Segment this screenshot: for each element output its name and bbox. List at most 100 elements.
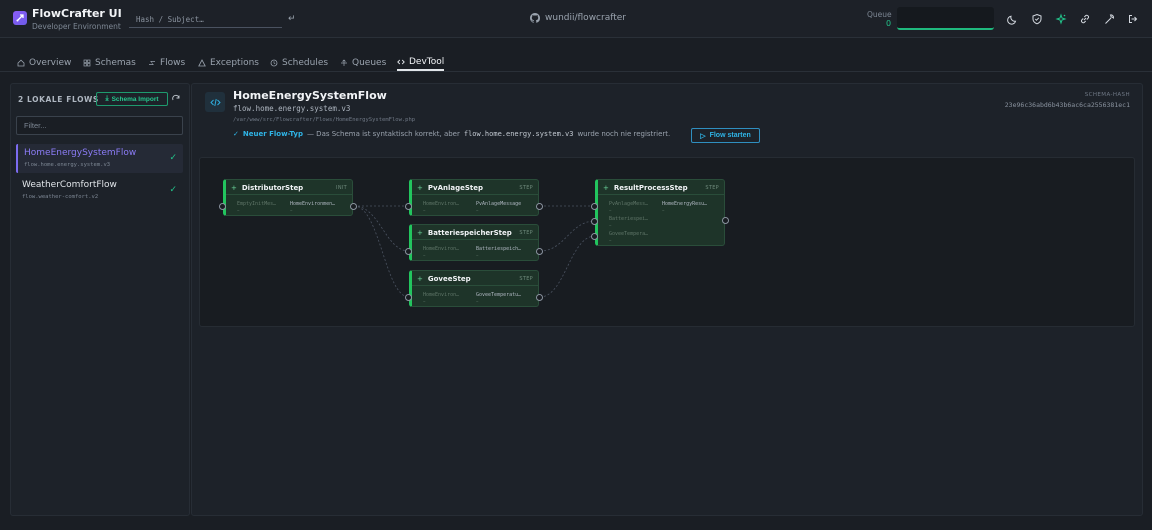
- input-port-label: Batteriespei…: [609, 216, 649, 222]
- node-header: + GoveeStep: [417, 275, 471, 283]
- port-dash: –: [476, 299, 479, 305]
- expand-icon[interactable]: +: [231, 184, 237, 192]
- enter-icon[interactable]: ↵: [288, 14, 296, 24]
- port-row: Batteriespei… –: [598, 216, 724, 230]
- input-handle[interactable]: [219, 203, 226, 210]
- tab-label: Schedules: [282, 57, 329, 68]
- flow-item-weathercomfortflow[interactable]: WeatherComfortFlow flow.weather-comfort.…: [16, 176, 183, 205]
- expand-icon[interactable]: +: [603, 184, 609, 192]
- sidebar-title: 2 LOKALE FLOWS: [18, 95, 99, 104]
- moon-icon[interactable]: [1007, 13, 1019, 25]
- schema-hash-value: 23e96c36abd6b43b6ac6ca2556381ec1: [1004, 101, 1130, 109]
- node-type-badge: STEP: [519, 185, 533, 191]
- tab-label: Flows: [160, 57, 186, 68]
- node-resultprocessstep[interactable]: + ResultProcessStep STEP PvAnlageMess… Ho…: [591, 179, 729, 246]
- flow-item-homeenergysystemflow[interactable]: HomeEnergySystemFlow flow.home.energy.sy…: [16, 144, 183, 173]
- flow-graph-canvas[interactable]: + DistributorStep INIT EmptyInitMes… Home…: [199, 157, 1135, 327]
- tab-queues[interactable]: Queues: [340, 54, 386, 71]
- port-row: HomeEnviron… Batteriespeich… – –: [412, 246, 538, 260]
- refresh-icon[interactable]: [171, 94, 181, 104]
- tab-label: Overview: [29, 57, 72, 68]
- node-batteriespeicherstep[interactable]: + BatteriespeicherStep STEP HomeEnviron… …: [405, 224, 543, 261]
- logout-icon[interactable]: [1127, 13, 1139, 25]
- code-icon: [397, 59, 405, 64]
- tab-schemas[interactable]: Schemas: [83, 54, 136, 71]
- expand-icon[interactable]: +: [417, 229, 423, 237]
- input-port-label: HomeEnviron…: [423, 292, 460, 298]
- port-dash: –: [662, 208, 665, 214]
- repo-name: wundii/flowcrafter: [545, 13, 626, 23]
- expand-icon[interactable]: +: [417, 275, 423, 283]
- port-dash: –: [423, 299, 426, 305]
- flow-name: WeatherComfortFlow: [22, 180, 117, 190]
- port-dash: –: [423, 208, 426, 214]
- queue-sparkline[interactable]: [897, 7, 994, 30]
- main-nav: Overview Schemas Flows Exceptions Schedu…: [0, 39, 1152, 72]
- port-row: HomeEnviron… PvAnlageMessage – –: [412, 201, 538, 215]
- tab-devtool[interactable]: DevTool: [397, 54, 445, 71]
- input-handle[interactable]: [405, 203, 412, 210]
- node-type-badge: INIT: [336, 185, 347, 191]
- output-handle[interactable]: [536, 294, 543, 301]
- tab-label: DevTool: [409, 56, 445, 67]
- node-header: + PvAnlageStep: [417, 184, 483, 192]
- node-name: DistributorStep: [241, 184, 304, 192]
- input-handle[interactable]: [591, 233, 598, 240]
- tab-overview[interactable]: Overview: [17, 54, 71, 71]
- node-name: PvAnlageStep: [427, 184, 483, 192]
- output-handle[interactable]: [536, 203, 543, 210]
- input-handle[interactable]: [591, 203, 598, 210]
- port-dash: –: [290, 208, 293, 214]
- output-handle[interactable]: [722, 217, 729, 224]
- repo-link[interactable]: wundii/flowcrafter: [530, 13, 626, 23]
- shield-icon[interactable]: [1031, 13, 1043, 25]
- input-handle[interactable]: [405, 248, 412, 255]
- output-port-label: PvAnlageMessage: [476, 201, 522, 207]
- port-row: GoveeTempera… –: [598, 231, 724, 245]
- tab-exceptions[interactable]: Exceptions: [198, 54, 259, 71]
- node-pvanlagestep[interactable]: + PvAnlageStep STEP HomeEnviron… PvAnlage…: [405, 179, 543, 216]
- port-dash: –: [476, 253, 479, 259]
- node-type-badge: STEP: [519, 276, 533, 282]
- tab-schedules[interactable]: Schedules: [270, 54, 328, 71]
- flow-icon: [149, 60, 155, 65]
- tab-flows[interactable]: Flows: [148, 54, 185, 71]
- output-handle[interactable]: [536, 248, 543, 255]
- notice-subject: flow.home.energy.system.v3: [463, 130, 574, 138]
- input-port-label: PvAnlageMess…: [609, 201, 649, 207]
- clock-icon: [270, 59, 278, 66]
- check-icon: ✓: [169, 153, 177, 163]
- flow-title: HomeEnergySystemFlow: [233, 89, 387, 102]
- port-dash: –: [476, 208, 479, 214]
- node-goveestep[interactable]: + GoveeStep STEP HomeEnviron… GoveeTemper…: [405, 270, 543, 307]
- input-port-label: HomeEnviron…: [423, 246, 460, 252]
- link-icon[interactable]: [1079, 13, 1091, 25]
- output-handle[interactable]: [350, 203, 357, 210]
- app-header: FlowCrafter UI Developer Environment ↵ w…: [0, 0, 1152, 38]
- queue-count: 0: [886, 19, 892, 28]
- sparkle-icon[interactable]: [1055, 13, 1067, 25]
- hash-search-input[interactable]: [129, 11, 282, 28]
- app-logo-icon[interactable]: [13, 11, 27, 25]
- flow-start-button[interactable]: ▷ Flow starten: [691, 128, 760, 143]
- input-handle[interactable]: [591, 218, 598, 225]
- output-port-label: HomeEnergyResu…: [662, 201, 708, 207]
- node-type-badge: STEP: [519, 230, 533, 236]
- flow-subject: flow.weather-comfort.v2: [22, 194, 99, 200]
- check-icon: ✓: [169, 185, 177, 195]
- expand-icon[interactable]: +: [417, 184, 423, 192]
- flow-filter-input[interactable]: [16, 116, 183, 135]
- node-divider: [412, 194, 538, 195]
- code-icon: [205, 92, 225, 112]
- schema-import-button[interactable]: ⤓ Schema Import: [96, 92, 168, 106]
- port-dash: –: [609, 208, 612, 214]
- input-handle[interactable]: [405, 294, 412, 301]
- warning-icon: [198, 58, 206, 66]
- node-distributorstep[interactable]: + DistributorStep INIT EmptyInitMes… Home…: [219, 179, 357, 216]
- node-name: BatteriespeicherStep: [427, 229, 512, 237]
- wrench-icon[interactable]: [1103, 13, 1115, 25]
- github-icon: [530, 13, 540, 23]
- home-icon: [17, 59, 25, 66]
- flow-detail-panel: HomeEnergySystemFlow flow.home.energy.sy…: [191, 83, 1143, 516]
- node-header: + BatteriespeicherStep: [417, 229, 512, 237]
